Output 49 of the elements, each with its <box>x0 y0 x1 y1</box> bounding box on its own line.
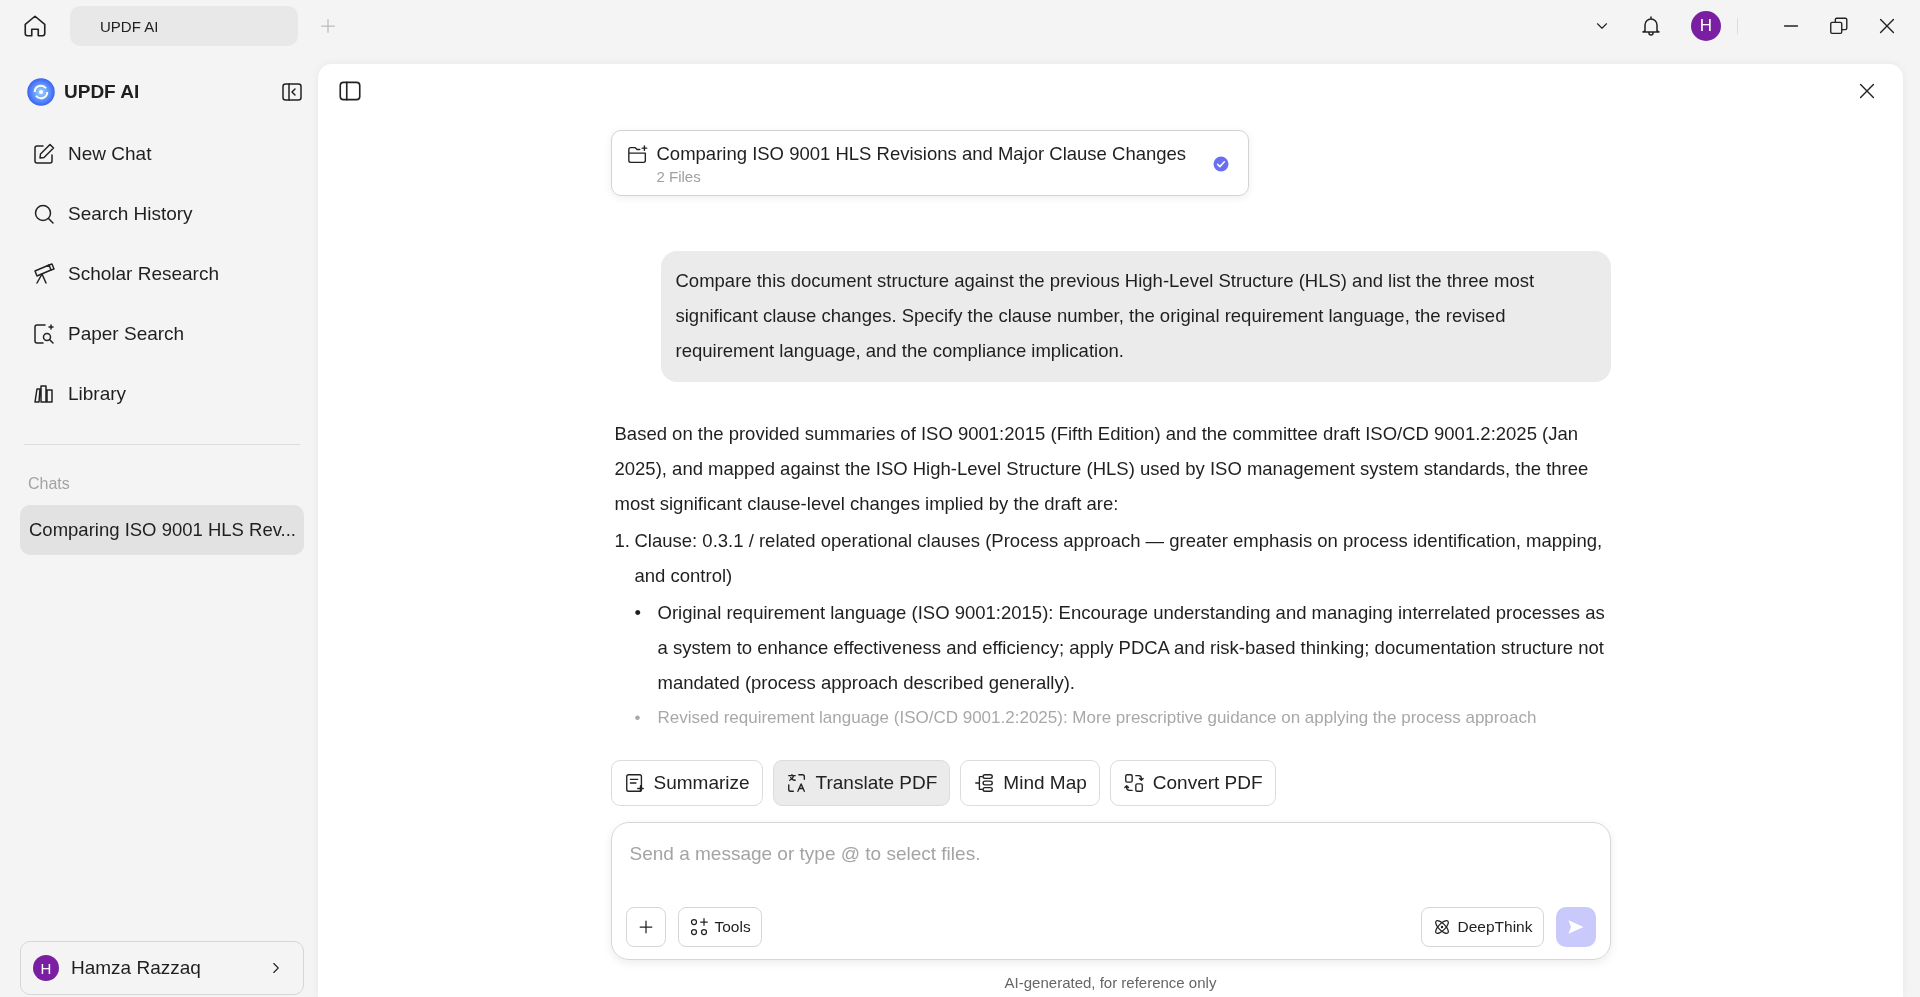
telescope-icon <box>32 262 56 286</box>
response-paragraph: Based on the provided summaries of ISO 9001:2015 (Fifth Edition) and the committee draft ISO/CD 9001.2:2025 (Jan 2025), and mapped against the ISO High-Level Structure (HLS) used by ISO management system standards, the three most significant clause-level changes implied by the draft are: <box>614 422 1590 516</box>
grid-sparkle-icon <box>688 917 709 937</box>
bullet-mark: • <box>634 707 642 729</box>
section-label: Chats <box>28 475 71 493</box>
document-search-icon <box>32 322 56 346</box>
collapse-sidebar-icon[interactable] <box>280 80 304 104</box>
user-message: Compare this document structure against the previous High-Level Structure (HLS) and list the three most significant clause changes. Specify the clause number, the original requirement language, the revised requirement language, and the compliance implication. <box>660 251 1611 382</box>
action-chip[interactable]: Translate PDF <box>772 760 951 806</box>
action-chip[interactable]: Summarize <box>610 760 763 806</box>
list-number: 1. <box>614 529 631 553</box>
folder-sparkle-icon <box>626 144 649 166</box>
user-avatar: H <box>33 955 59 981</box>
app-title: UPDF AI <box>64 81 140 103</box>
tab[interactable]: UPDF AI <box>70 6 298 46</box>
bullet-mark: • <box>634 601 642 625</box>
bell-icon[interactable] <box>1639 14 1663 38</box>
search-icon <box>32 202 56 226</box>
logo-icon <box>26 77 56 107</box>
file-count: 2 Files <box>656 168 702 185</box>
user-card[interactable]: H Hamza Razzaq <box>20 941 304 995</box>
tools-button[interactable]: Tools <box>677 907 762 947</box>
user-name: Hamza Razzaq <box>71 957 201 979</box>
disclaimer: AI-generated, for reference only <box>1003 974 1218 991</box>
restore-icon[interactable] <box>1828 15 1850 37</box>
list-item-text: Revised requirement language (ISO/CD 9001.2:2025): More prescriptive guidance on applying the process approach <box>657 707 1537 729</box>
home-icon[interactable] <box>22 13 48 39</box>
sidebar-item[interactable]: New Chat <box>20 124 304 184</box>
user-avatar[interactable]: H <box>1691 11 1721 41</box>
sidebar-item[interactable]: Library <box>20 364 304 424</box>
files-card[interactable]: Comparing ISO 9001 HLS Revisions and Major Clause Changes 2 Files <box>610 130 1250 196</box>
deepthink-button[interactable]: DeepThink <box>1420 907 1544 947</box>
note-sparkle-icon <box>623 772 646 794</box>
sidebar-item[interactable]: Paper Search <box>20 304 304 364</box>
add-button[interactable] <box>625 907 666 947</box>
chat-title: Comparing ISO 9001 HLS Revisions and Major Clause Changes <box>656 143 1187 165</box>
mind-map-icon <box>973 772 996 794</box>
message-input[interactable]: Send a message or type @ to select files. Tools DeepThink <box>610 822 1611 960</box>
translate-icon <box>785 772 808 794</box>
pencil-square-icon <box>32 142 56 166</box>
chat-item[interactable]: Comparing ISO 9001 HLS Rev... <box>20 505 304 555</box>
action-chip[interactable]: Mind Map <box>960 760 1100 806</box>
action-chip[interactable]: Convert PDF <box>1109 760 1276 806</box>
convert-icon <box>1122 772 1145 794</box>
list-item-text: Clause: 0.3.1 / related operational clauses (Process approach — greater emphasis on process identification, mapping, and control) <box>634 529 1604 588</box>
books-icon <box>32 382 56 406</box>
list-item-text: Original requirement language (ISO 9001:2015): Encourage understanding and managing interrelated processes as a system to enhance effectiveness and efficiency; apply PDCA and risk-based thinking; documentation structure not mandated (process approach described generally). <box>657 601 1606 695</box>
sidebar-item[interactable]: Scholar Research <box>20 244 304 304</box>
sidebar-item[interactable]: Search History <box>20 184 304 244</box>
